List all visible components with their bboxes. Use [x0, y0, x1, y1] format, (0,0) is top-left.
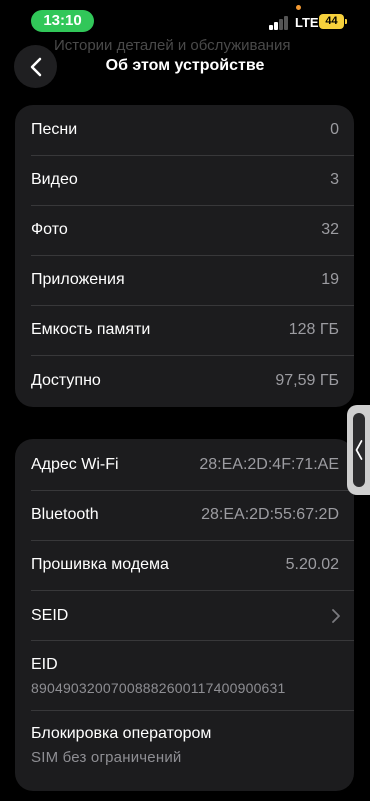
- row-label: Приложения: [31, 271, 125, 288]
- row-label: Емкость памяти: [31, 321, 151, 338]
- row-value: 5.20.02: [285, 556, 339, 573]
- list-row-eid[interactable]: EID 89049032007008882600117400900631: [15, 640, 354, 710]
- row-value: 3: [330, 171, 339, 188]
- battery-icon: 44: [319, 14, 347, 29]
- row-label: SEID: [31, 607, 69, 624]
- list-row-bluetooth[interactable]: Bluetooth 28:EA:2D:55:67:2D: [15, 490, 354, 540]
- list-row-carrier-lock[interactable]: Блокировка оператором SIM без ограничени…: [15, 710, 354, 780]
- list-row-seid[interactable]: SEID: [15, 591, 354, 641]
- row-label: Доступно: [31, 372, 101, 389]
- list-row-apps: Приложения 19: [15, 255, 354, 305]
- row-label: Адрес Wi-Fi: [31, 456, 119, 473]
- network-info-card: Адрес Wi-Fi 28:EA:2D:4F:71:AE Bluetooth …: [15, 439, 354, 791]
- row-value: 28:EA:2D:55:67:2D: [201, 506, 339, 523]
- chevron-left-icon: [355, 440, 363, 460]
- page-title: Об этом устройстве: [105, 57, 265, 74]
- chevron-right-icon: [332, 609, 340, 623]
- list-row-available: Доступно 97,59 ГБ: [15, 356, 354, 406]
- row-value: 0: [330, 121, 339, 138]
- row-label: Прошивка модема: [31, 556, 169, 573]
- background-item-text: Истории деталей и обслуживания: [54, 37, 291, 54]
- list-row-capacity: Емкость памяти 128 ГБ: [15, 305, 354, 355]
- carrier-lock-value: SIM без ограничений: [31, 749, 182, 766]
- network-type-label: LTE: [295, 15, 319, 30]
- row-label: EID: [31, 656, 58, 673]
- list-row-videos: Видео 3: [15, 155, 354, 205]
- list-row-songs: Песни 0: [15, 105, 354, 155]
- row-value: 28:EA:2D:4F:71:AE: [199, 456, 339, 473]
- row-value: 19: [321, 271, 339, 288]
- eid-value: 89049032007008882600117400900631: [31, 680, 286, 696]
- row-value: 32: [321, 221, 339, 238]
- row-label: Песни: [31, 121, 78, 138]
- media-info-card: Песни 0 Видео 3 Фото 32 Приложения 19 Ем…: [15, 105, 354, 407]
- row-value: 97,59 ГБ: [275, 372, 339, 389]
- list-row-wifi-address[interactable]: Адрес Wi-Fi 28:EA:2D:4F:71:AE: [15, 440, 354, 490]
- status-bar: 13:10 LTE 44: [0, 0, 370, 40]
- row-label: Блокировка оператором: [31, 725, 212, 742]
- edge-pull-handle[interactable]: [347, 405, 370, 495]
- cellular-signal-icon: [269, 16, 291, 30]
- status-time[interactable]: 13:10: [31, 10, 94, 32]
- row-label: Bluetooth: [31, 506, 99, 523]
- list-row-modem-firmware[interactable]: Прошивка модема 5.20.02: [15, 540, 354, 590]
- row-label: Фото: [31, 221, 68, 238]
- edge-handle-inner: [353, 413, 365, 487]
- privacy-indicator-dot: [296, 5, 301, 10]
- row-label: Видео: [31, 171, 78, 188]
- list-row-photos: Фото 32: [15, 205, 354, 255]
- row-value: 128 ГБ: [288, 321, 339, 338]
